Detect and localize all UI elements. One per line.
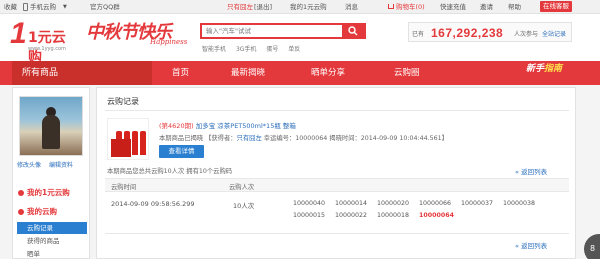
avatar-links: 修改头像 编辑资料 <box>17 160 89 169</box>
mobile-link[interactable]: 手机云购 <box>30 2 56 12</box>
invite-link[interactable]: 邀请 <box>480 2 493 12</box>
double-chevron-left-icon: « <box>515 242 519 250</box>
participation-counter: 已有 167,292,238 人次参与 全站记录 <box>408 22 572 42</box>
festival-banner: 中秋节快乐 Happiness <box>86 14 206 58</box>
chevron-down-icon[interactable]: ▼ <box>63 2 67 12</box>
divider <box>105 110 569 111</box>
top-utility-bar: 收藏 手机云购 ▼ 官方QQ群 只有囧左 [退出] 我的1元云购 消息 购物车(… <box>0 0 600 14</box>
winner-link[interactable]: 只有囧左 <box>237 135 262 142</box>
newbie-guide-link[interactable]: 新手指南 <box>526 61 562 85</box>
cloud-code: 10000040 <box>293 200 326 207</box>
hot-keyword[interactable]: 3G手机 <box>236 46 256 53</box>
column-header-count: 云购人次 <box>229 184 255 191</box>
page-title: 云购记录 <box>107 97 139 106</box>
phone-icon <box>23 3 28 11</box>
product-image[interactable] <box>107 118 149 160</box>
cloud-code: 10000066 <box>419 200 452 207</box>
bottle-shape <box>132 131 138 155</box>
counter-value: 167,292,238 <box>431 26 504 40</box>
product-name: 加多宝 凉茶PET500ml*15瓶 整箱 <box>195 122 296 130</box>
recharge-link[interactable]: 快速充值 <box>440 2 466 12</box>
guide-part-b: 指南 <box>544 64 563 74</box>
logout-link[interactable]: [退出] <box>254 2 272 12</box>
back-to-list-link[interactable]: « 返回列表 <box>515 166 547 176</box>
sidebar-item-records[interactable]: 云购记录 <box>17 222 87 234</box>
logo-url: www.1yyg.com <box>28 46 66 52</box>
double-chevron-left-icon: « <box>515 168 519 176</box>
all-products-menu[interactable]: 所有商品 <box>12 61 152 85</box>
guide-part-a: 新手 <box>526 64 545 74</box>
hot-keyword[interactable]: 智能手机 <box>202 46 226 53</box>
floating-badge-button[interactable]: 8 <box>584 234 600 259</box>
cloud-code: 10000037 <box>461 200 494 207</box>
account-sidebar: 修改头像 编辑资料 我的1元云购 我的云购 云购记录 获得的商品 晒单 <box>12 87 90 259</box>
main-nav: 所有商品 首页 最新揭晓 晒单分享 云购圈 新手指南 <box>0 61 600 85</box>
nav-latest-results[interactable]: 最新揭晓 <box>231 61 265 85</box>
sidebar-section-cloud[interactable]: 我的云购 <box>17 205 89 219</box>
counter-suffix: 人次参与 <box>514 31 539 38</box>
my-account-link[interactable]: 我的1元云购 <box>290 2 327 12</box>
all-records-link[interactable]: 全站记录 <box>542 29 566 38</box>
avatar-figure <box>42 115 60 149</box>
cloud-code: 10000018 <box>377 212 410 219</box>
cloud-code: 10000020 <box>377 200 410 207</box>
page-body: 修改头像 编辑资料 我的1元云购 我的云购 云购记录 获得的商品 晒单 云购记录… <box>12 87 576 259</box>
box-shape <box>111 139 131 157</box>
result-info: 本期商品已揭晓 【获得者：只有囧左 幸运编号：10000064 揭晓时间：201… <box>159 133 448 142</box>
cart-link[interactable]: 购物车(0) <box>396 2 425 12</box>
hot-keywords: 智能手机 3G手机 蛋号 单反 <box>202 44 308 53</box>
cloud-code: 10000015 <box>293 212 326 219</box>
column-header-time: 云购时间 <box>111 184 137 191</box>
sidebar-section-my[interactable]: 我的1元云购 <box>17 186 89 200</box>
logo-numeral: 1 <box>10 17 27 50</box>
online-service-button[interactable]: 在线客服 <box>540 1 572 12</box>
cloud-code: 10000022 <box>335 212 368 219</box>
username-link[interactable]: 只有囧左 <box>227 2 253 12</box>
search-icon <box>348 26 358 36</box>
cart-icon <box>388 4 394 9</box>
sidebar-item-won-goods[interactable]: 获得的商品 <box>17 235 87 247</box>
search-button[interactable] <box>342 23 366 39</box>
nav-home[interactable]: 首页 <box>172 61 189 85</box>
product-round: (第4620期) <box>159 122 194 130</box>
favorite-link[interactable]: 收藏 <box>4 2 17 12</box>
records-panel: 云购记录 (第4620期) 加多宝 凉茶PET500ml*15瓶 整箱 本期商品… <box>96 87 576 259</box>
hot-keyword[interactable]: 蛋号 <box>266 46 278 53</box>
avatar <box>19 96 83 156</box>
nav-cloud-circle[interactable]: 云购圈 <box>394 61 420 85</box>
cloud-code: 10000038 <box>503 200 536 207</box>
back-label: 返回列表 <box>521 242 548 250</box>
search-input[interactable] <box>200 23 342 39</box>
divider <box>105 233 569 234</box>
counter-prefix: 已有 <box>412 31 425 38</box>
sidebar-item-share[interactable]: 晒单 <box>17 248 87 259</box>
record-time: 2014-09-09 09:58:56.299 <box>111 200 195 208</box>
winning-cloud-code: 10000064 <box>419 212 455 219</box>
edit-profile-link[interactable]: 编辑资料 <box>49 162 73 169</box>
hot-keyword[interactable]: 单反 <box>288 46 300 53</box>
product-title[interactable]: (第4620期) 加多宝 凉茶PET500ml*15瓶 整箱 <box>159 120 296 130</box>
result-info-suffix: 幸运编号：10000064 揭晓时间：2014-09-09 10:04:44.5… <box>261 135 448 142</box>
help-link[interactable]: 帮助 <box>508 2 521 12</box>
records-table-header: 云购时间 云购人次 <box>105 178 569 192</box>
nav-share-orders[interactable]: 晒单分享 <box>311 61 345 85</box>
qq-group-link[interactable]: 官方QQ群 <box>90 2 120 12</box>
messages-link[interactable]: 消息 <box>345 2 358 12</box>
edit-avatar-link[interactable]: 修改头像 <box>17 162 41 169</box>
back-label: 返回列表 <box>521 168 548 176</box>
site-header: 1 1元云购 www.1yyg.com 中秋节快乐 Happiness 智能手机… <box>0 14 600 66</box>
festival-slogan-en: Happiness <box>150 38 188 46</box>
view-details-button[interactable]: 查看详情 <box>159 145 204 158</box>
back-to-list-link[interactable]: « 返回列表 <box>515 240 547 250</box>
record-count: 10人次 <box>233 202 255 210</box>
bottle-shape <box>140 131 146 155</box>
site-logo[interactable]: 1 1元云购 www.1yyg.com <box>10 17 74 66</box>
participation-summary: 本期商品您总共云购10人次 拥有10个云购码 <box>107 168 233 175</box>
result-info-prefix: 本期商品已揭晓 【获得者： <box>159 135 237 142</box>
cloud-code: 10000014 <box>335 200 368 207</box>
